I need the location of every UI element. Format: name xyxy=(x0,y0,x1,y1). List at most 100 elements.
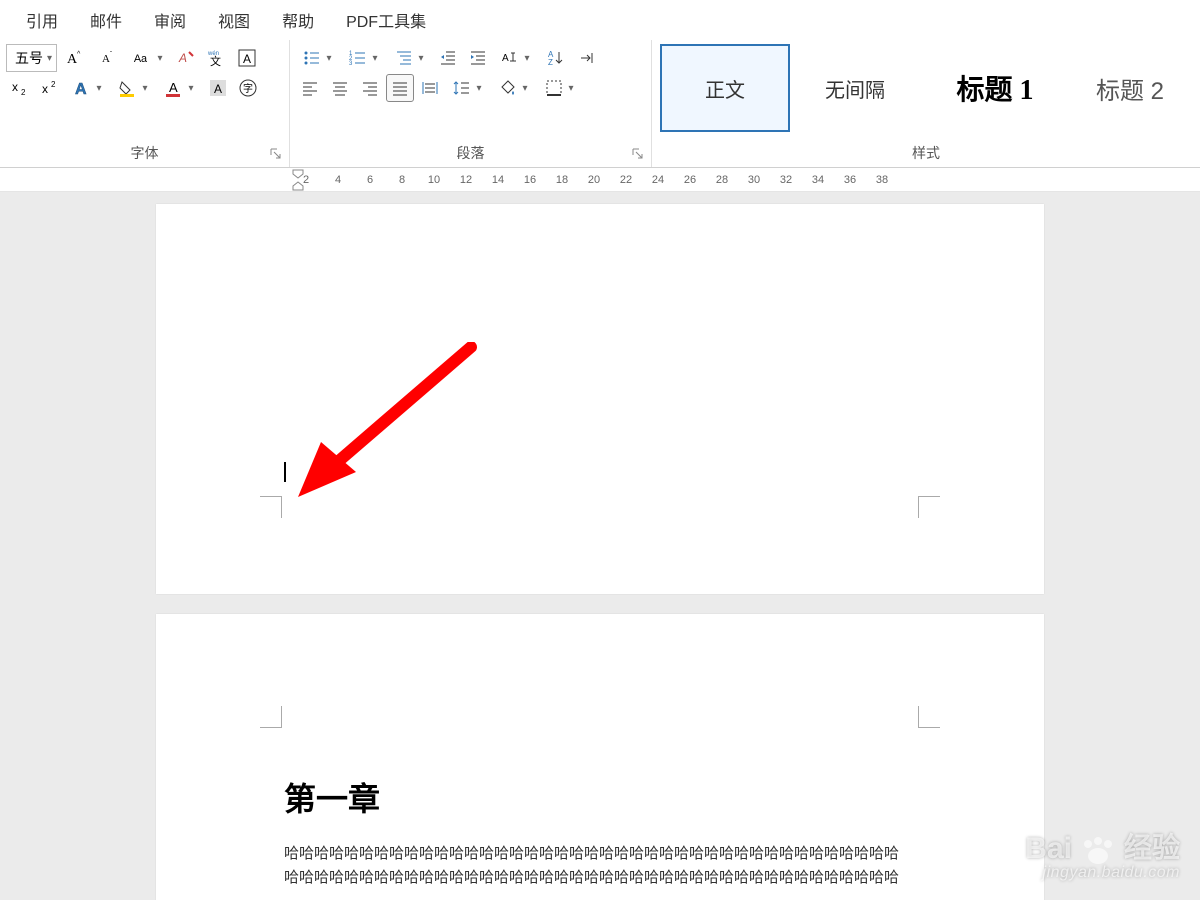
menu-view[interactable]: 视图 xyxy=(204,0,264,40)
svg-text:A: A xyxy=(178,51,187,65)
paragraph-dialog-launcher[interactable] xyxy=(631,147,645,161)
line-spacing-button[interactable]: ▾ xyxy=(446,74,490,102)
watermark-url: jingyan.baidu.com xyxy=(1025,864,1180,882)
style-heading2[interactable]: 标题 2 xyxy=(1070,44,1190,132)
font-size-select[interactable]: 五号 ▾ xyxy=(6,44,57,72)
ruler[interactable]: 2468101214161820222426283032343638 xyxy=(0,168,1200,192)
font-group: 五号 ▾ A^ Aˇ Aa▾ A wén文 xyxy=(0,40,290,167)
char-border-button[interactable]: A xyxy=(233,44,261,72)
ruler-tick: 2 xyxy=(290,174,322,186)
menu-help[interactable]: 帮助 xyxy=(268,0,328,40)
paw-icon xyxy=(1078,836,1118,866)
text-effects-button[interactable]: A▾ xyxy=(66,74,110,102)
menu-mail[interactable]: 邮件 xyxy=(76,0,136,40)
style-no-spacing[interactable]: 无间隔 xyxy=(790,44,920,132)
margin-corner-icon xyxy=(918,706,940,728)
margin-corner-icon xyxy=(918,496,940,518)
font-color-button[interactable]: A▾ xyxy=(158,74,202,102)
ruler-tick: 12 xyxy=(450,174,482,186)
chevron-down-icon: ▾ xyxy=(47,53,52,64)
chevron-down-icon: ▾ xyxy=(522,53,532,64)
menu-pdf-tools[interactable]: PDF工具集 xyxy=(332,0,440,40)
style-normal[interactable]: 正文 xyxy=(660,44,790,132)
align-right-button[interactable] xyxy=(356,74,384,102)
body-text[interactable]: 哈哈哈哈哈哈哈哈哈哈哈哈哈哈哈哈哈哈哈哈哈哈哈哈哈哈哈哈哈哈哈哈哈哈哈哈哈哈哈哈… xyxy=(284,842,934,890)
change-case-button[interactable]: Aa▾ xyxy=(127,44,171,72)
decrease-indent-button[interactable] xyxy=(434,44,462,72)
svg-text:^: ^ xyxy=(77,51,81,58)
phonetic-guide-button[interactable]: wén文 xyxy=(203,44,231,72)
grow-font-button[interactable]: A^ xyxy=(59,44,91,72)
chevron-down-icon: ▾ xyxy=(140,83,150,94)
menu-review[interactable]: 审阅 xyxy=(140,0,200,40)
ruler-tick: 4 xyxy=(322,174,354,186)
bullets-button[interactable]: ▾ xyxy=(296,44,340,72)
clear-format-button[interactable]: A xyxy=(173,44,201,72)
increase-indent-button[interactable] xyxy=(464,44,492,72)
ruler-tick: 22 xyxy=(610,174,642,186)
shading-button[interactable]: ▾ xyxy=(492,74,536,102)
chevron-down-icon: ▾ xyxy=(186,83,196,94)
svg-text:x: x xyxy=(12,80,18,94)
ruler-tick: 20 xyxy=(578,174,610,186)
body-line: 哈哈哈哈哈哈哈哈哈哈哈哈哈哈哈哈哈哈哈哈哈哈哈哈哈哈哈哈哈哈哈哈哈哈哈哈哈哈哈哈… xyxy=(284,842,934,866)
svg-text:A: A xyxy=(502,53,509,64)
document-area[interactable]: 第一章 哈哈哈哈哈哈哈哈哈哈哈哈哈哈哈哈哈哈哈哈哈哈哈哈哈哈哈哈哈哈哈哈哈哈哈哈… xyxy=(0,192,1200,900)
heading-text[interactable]: 第一章 xyxy=(284,774,380,820)
justify-button[interactable] xyxy=(386,74,414,102)
superscript-button[interactable]: x2 xyxy=(36,74,64,102)
align-center-button[interactable] xyxy=(326,74,354,102)
arrow-annotation-icon xyxy=(286,342,486,522)
sort-button[interactable]: AZ xyxy=(540,44,572,72)
svg-text:A: A xyxy=(75,81,87,98)
multilevel-list-button[interactable]: ▾ xyxy=(388,44,432,72)
chevron-down-icon: ▾ xyxy=(520,83,530,94)
ruler-tick: 30 xyxy=(738,174,770,186)
svg-text:A: A xyxy=(169,80,178,95)
enclose-char-button[interactable]: 字 xyxy=(234,74,262,102)
svg-text:A: A xyxy=(214,82,222,96)
style-heading1[interactable]: 标题 1 xyxy=(920,44,1070,132)
watermark-brand-right: 经验 xyxy=(1124,826,1180,866)
styles-group-label: 样式 xyxy=(660,137,1192,167)
char-shading-button[interactable]: A xyxy=(204,74,232,102)
align-left-button[interactable] xyxy=(296,74,324,102)
chevron-down-icon: ▾ xyxy=(324,53,334,64)
svg-text:Aa: Aa xyxy=(134,53,148,65)
highlight-button[interactable]: ▾ xyxy=(112,74,156,102)
svg-text:A: A xyxy=(243,52,251,66)
ruler-tick: 38 xyxy=(866,174,898,186)
svg-text:1: 1 xyxy=(349,51,353,57)
subscript-button[interactable]: x2 xyxy=(6,74,34,102)
svg-text:文: 文 xyxy=(210,54,221,68)
ruler-tick: 10 xyxy=(418,174,450,186)
page-2[interactable]: 第一章 哈哈哈哈哈哈哈哈哈哈哈哈哈哈哈哈哈哈哈哈哈哈哈哈哈哈哈哈哈哈哈哈哈哈哈哈… xyxy=(156,614,1044,900)
font-dialog-launcher[interactable] xyxy=(269,147,283,161)
styles-gallery: 正文 无间隔 标题 1 标题 2 xyxy=(660,44,1192,132)
ruler-tick: 36 xyxy=(834,174,866,186)
ruler-tick: 34 xyxy=(802,174,834,186)
borders-button[interactable]: ▾ xyxy=(538,74,582,102)
chevron-down-icon: ▾ xyxy=(474,83,484,94)
asian-layout-button[interactable]: A▾ xyxy=(494,44,538,72)
svg-text:3: 3 xyxy=(349,61,353,67)
shrink-font-button[interactable]: Aˇ xyxy=(93,44,125,72)
distribute-button[interactable] xyxy=(416,74,444,102)
menu-references[interactable]: 引用 xyxy=(12,0,72,40)
svg-text:Z: Z xyxy=(548,58,553,67)
svg-text:A: A xyxy=(102,53,110,65)
watermark: Bai 经验 jingyan.baidu.com xyxy=(1025,826,1180,882)
show-marks-button[interactable] xyxy=(574,44,602,72)
numbering-button[interactable]: 123▾ xyxy=(342,44,386,72)
svg-text:2: 2 xyxy=(21,88,26,97)
page-1[interactable] xyxy=(156,204,1044,594)
chevron-down-icon: ▾ xyxy=(370,53,380,64)
styles-group: 正文 无间隔 标题 1 标题 2 样式 xyxy=(652,40,1200,167)
svg-text:A: A xyxy=(548,50,554,59)
font-size-value: 五号 xyxy=(15,48,43,68)
chevron-down-icon: ▾ xyxy=(566,83,576,94)
ruler-tick: 6 xyxy=(354,174,386,186)
ruler-tick: 8 xyxy=(386,174,418,186)
ruler-tick: 28 xyxy=(706,174,738,186)
paragraph-group-label: 段落 xyxy=(296,137,645,167)
